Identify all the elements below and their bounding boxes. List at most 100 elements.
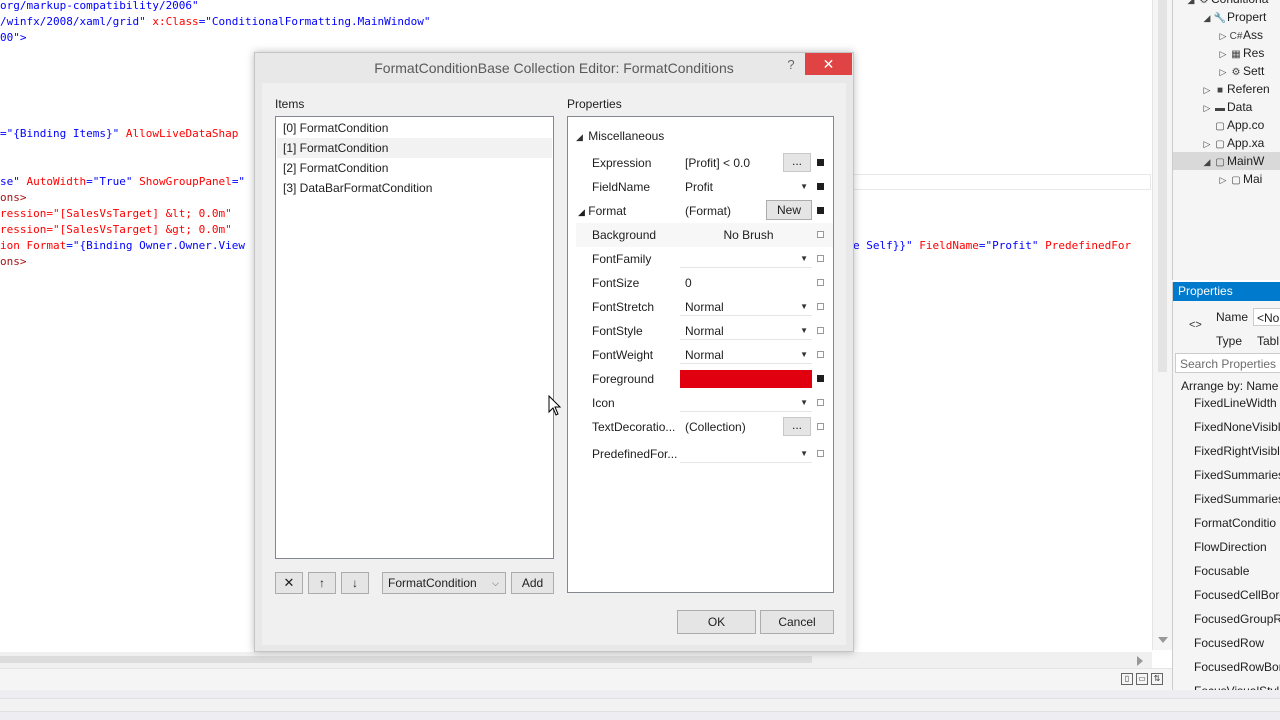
category-miscellaneous[interactable]: ◢ Miscellaneous (576, 126, 826, 146)
textdecorations-ellipsis-button[interactable]: ... (783, 417, 811, 436)
value-marker-icon[interactable] (817, 450, 824, 457)
prop-row-sub[interactable]: FontStretch Normal ▼ (576, 295, 833, 319)
move-up-button[interactable]: ↑ (308, 572, 336, 594)
property-list-item[interactable]: Focusable (1194, 559, 1249, 583)
items-list[interactable]: [0] FormatCondition [1] FormatCondition [2… (275, 116, 554, 559)
code-line[interactable]: /winfx/2008/xaml/grid" x:Class="Conditio… (0, 14, 430, 30)
name-input[interactable]: <No (1253, 308, 1280, 326)
prop-row-sub[interactable]: Background No Brush (576, 223, 833, 247)
code-line[interactable]: ression="[SalesVsTarget] &lt; 0.0m" (0, 206, 232, 222)
ok-button[interactable]: OK (677, 610, 756, 634)
expand-arrow-icon[interactable]: ◢ (1201, 153, 1213, 171)
prop-value-expression[interactable]: [Profit] < 0.0 (680, 154, 780, 172)
prop-value-combo[interactable]: ▼ (680, 445, 812, 463)
property-list-item[interactable]: FocusVisualStyle (1194, 679, 1280, 690)
solution-tree-item[interactable]: ▷ ⚙ Sett (1173, 62, 1280, 80)
prop-value-text[interactable]: 0 (680, 274, 812, 292)
value-marker-icon[interactable] (817, 183, 824, 190)
value-marker-icon[interactable] (817, 423, 824, 430)
move-down-button[interactable]: ↓ (341, 572, 369, 594)
expand-arrow-icon[interactable]: ◢ (1201, 9, 1213, 27)
code-line[interactable]: ons> (0, 254, 27, 270)
prop-row-sub[interactable]: FontFamily ▼ (576, 247, 833, 271)
code-line[interactable]: se" AutoWidth="True" ShowGroupPanel=" (0, 174, 245, 190)
value-marker-icon[interactable] (817, 231, 824, 238)
prop-row-fieldname[interactable]: FieldName Profit ▼ (576, 175, 833, 199)
prop-row-sub[interactable]: Icon ▼ (576, 391, 833, 415)
delete-item-button[interactable]: ✕ (275, 572, 303, 594)
code-line[interactable]: ression="[SalesVsTarget] &gt; 0.0m" (0, 222, 232, 238)
prop-value-combo[interactable]: Normal ▼ (680, 346, 812, 364)
editor-horizontal-scrollbar[interactable] (0, 652, 1152, 668)
prop-row-expression[interactable]: Expression [Profit] < 0.0 ... (576, 151, 833, 175)
property-list-item[interactable]: FlowDirection (1194, 535, 1267, 559)
property-list-item[interactable]: FocusedRow (1194, 631, 1264, 655)
prop-row-sub[interactable]: FontStyle Normal ▼ (576, 319, 833, 343)
solution-tree-item[interactable]: ▷ ▦ Res (1173, 44, 1280, 62)
solution-tree-item[interactable]: ▷ C#Ass (1173, 26, 1280, 44)
property-list-item[interactable]: FixedSummaries (1194, 463, 1280, 487)
property-list-item[interactable]: FocusedRowBord (1194, 655, 1280, 679)
prop-row-format[interactable]: ◢ Format (Format) New (576, 199, 833, 223)
foreground-color-swatch[interactable] (680, 370, 812, 388)
prop-row-sub[interactable]: Foreground (576, 367, 833, 391)
close-icon[interactable]: ✕ (805, 53, 852, 75)
list-item[interactable]: [3] DataBarFormatCondition (277, 178, 552, 198)
split-vertical-icon[interactable]: ▯ (1121, 673, 1133, 685)
prop-row-sub[interactable]: FontWeight Normal ▼ (576, 343, 833, 367)
prop-value-combo[interactable]: ▼ (680, 250, 812, 268)
value-marker-icon[interactable] (817, 207, 824, 214)
format-new-button[interactable]: New (766, 200, 812, 220)
solution-tree-item[interactable]: ◢ 🔧Propert (1173, 8, 1280, 26)
prop-value-combo[interactable]: Normal ▼ (680, 298, 812, 316)
solution-tree-item[interactable]: ▢ App.co (1173, 116, 1280, 134)
solution-tree-item[interactable]: ◢ ▢ MainW (1173, 152, 1280, 170)
value-marker-icon[interactable] (817, 159, 824, 166)
search-properties-input[interactable]: Search Properties (1175, 353, 1280, 373)
solution-tree-item[interactable]: ▷ ▬ Data (1173, 98, 1280, 116)
code-line[interactable]: 00"> (0, 30, 27, 46)
editor-vertical-scrollbar[interactable] (1152, 0, 1173, 650)
property-list-item[interactable]: FixedSummaries (1194, 487, 1280, 511)
solution-tree-item[interactable]: ▷ ▢ Mai (1173, 170, 1280, 188)
editor-vscroll-thumb[interactable] (1158, 0, 1167, 372)
list-item[interactable]: [1] FormatCondition (277, 138, 552, 158)
property-list-item[interactable]: FixedRightVisibl (1194, 439, 1280, 463)
value-marker-icon[interactable] (817, 279, 824, 286)
code-line[interactable]: ="{Binding Items}" AllowLiveDataShap (0, 126, 238, 142)
code-line[interactable]: ons> (0, 190, 27, 206)
code-line[interactable]: ion Format="{Binding Owner.Owner.View (0, 238, 245, 254)
add-item-button[interactable]: Add (511, 572, 554, 594)
prop-row-sub[interactable]: TextDecoratio...... (Collection) (576, 415, 833, 439)
value-marker-icon[interactable] (817, 375, 824, 382)
expand-arrow-icon[interactable]: ▷ (1217, 45, 1229, 63)
code-line-fragment[interactable]: e Self}}" FieldName="Profit" PredefinedF… (853, 238, 1131, 254)
cancel-button[interactable]: Cancel (760, 610, 834, 634)
solution-tree-item[interactable]: ▷ ▢ App.xa (1173, 134, 1280, 152)
expand-arrow-icon[interactable]: ▷ (1201, 135, 1213, 153)
property-list-item[interactable]: FixedLineWidth (1194, 391, 1277, 415)
condition-type-combo[interactable]: FormatCondition ⌵ (382, 572, 506, 594)
prop-value-combo[interactable]: ▼ (680, 394, 812, 412)
split-horizontal-icon[interactable]: ▭ (1136, 673, 1148, 685)
help-icon[interactable]: ? (784, 55, 798, 75)
list-item[interactable]: [2] FormatCondition (277, 158, 552, 178)
prop-value-combo[interactable]: Normal ▼ (680, 322, 812, 340)
list-item[interactable]: [0] FormatCondition (277, 118, 552, 138)
collapse-triangle-icon[interactable]: ◢ (578, 207, 585, 217)
value-marker-icon[interactable] (817, 351, 824, 358)
expand-arrow-icon[interactable]: ▷ (1217, 27, 1229, 45)
editor-hscroll-thumb[interactable] (0, 656, 812, 663)
value-marker-icon[interactable] (817, 399, 824, 406)
code-line[interactable]: org/markup-compatibility/2006" (0, 0, 199, 14)
value-marker-icon[interactable] (817, 327, 824, 334)
expand-arrow-icon[interactable]: ▷ (1217, 63, 1229, 81)
prop-row-sub[interactable]: FontSize 0 (576, 271, 833, 295)
property-list-item[interactable]: FixedNoneVisibl (1194, 415, 1280, 439)
prop-value-background[interactable]: No Brush (680, 226, 812, 244)
value-marker-icon[interactable] (817, 255, 824, 262)
expand-arrow-icon[interactable]: ▷ (1217, 171, 1229, 189)
property-list-item[interactable]: FocusedCellBord (1194, 583, 1280, 607)
swap-panes-icon[interactable]: ⇅ (1151, 673, 1163, 685)
solution-tree-item[interactable]: ▷ ■ Referen (1173, 80, 1280, 98)
